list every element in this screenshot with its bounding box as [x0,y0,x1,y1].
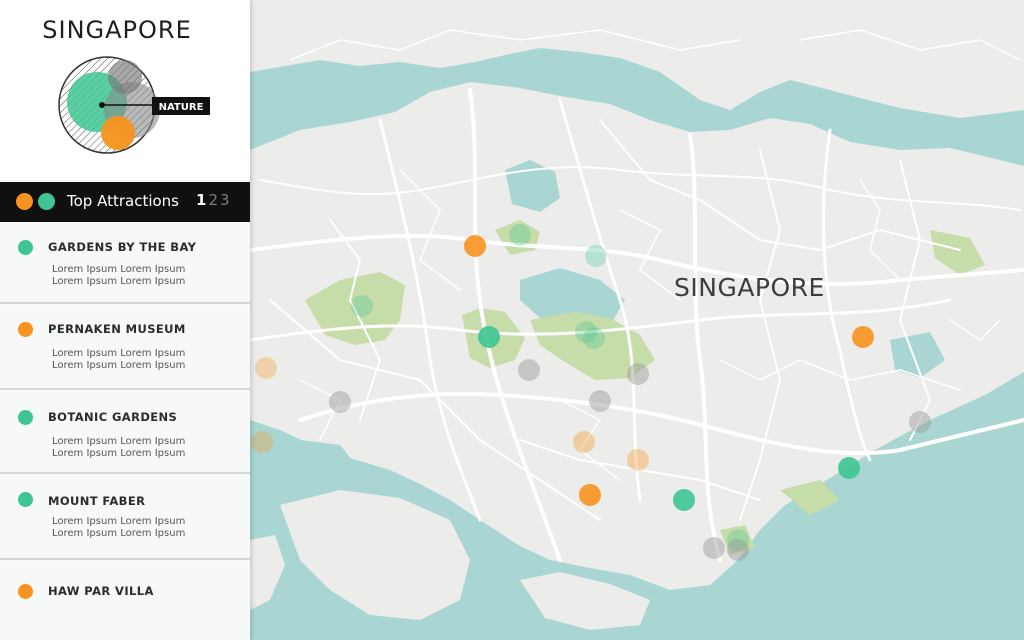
marker-orange[interactable] [627,449,649,471]
attraction-name: BOTANIC GARDENS [48,410,178,424]
marker-teal[interactable] [351,295,373,317]
marker-orange[interactable] [852,326,874,348]
header-title: Top Attractions [67,192,179,210]
brand-area: SINGAPORE NATURE [0,0,250,180]
attraction-description: Lorem Ipsum Lorem Ipsum Lorem Ipsum Lore… [52,264,186,287]
marker-orange[interactable] [573,431,595,453]
marker-gray[interactable] [627,363,649,385]
attraction-item-mount-faber[interactable]: MOUNT FABER Lorem Ipsum Lorem Ipsum Lore… [0,476,250,560]
marker-orange[interactable] [251,431,273,453]
attraction-description: Lorem Ipsum Lorem Ipsum Lorem Ipsum Lore… [52,348,186,371]
teal-dot-icon [18,492,33,507]
attraction-description: Lorem Ipsum Lorem Ipsum Lorem Ipsum Lore… [52,436,186,459]
marker-teal[interactable] [509,224,531,246]
map-city-label: SINGAPORE [674,273,825,302]
attraction-name: MOUNT FABER [48,494,146,508]
marker-gray[interactable] [727,539,749,561]
attraction-name: HAW PAR VILLA [48,584,154,598]
orange-dot-icon [18,322,33,337]
marker-teal[interactable] [838,457,860,479]
teal-dot-icon [18,410,33,425]
nature-emblem: NATURE [58,56,210,154]
attraction-item-gardens-by-the-bay[interactable]: GARDENS BY THE BAY Lorem Ipsum Lorem Ips… [0,224,250,304]
attraction-item-botanic-gardens[interactable]: BOTANIC GARDENS Lorem Ipsum Lorem Ipsum … [0,392,250,474]
marker-gray[interactable] [589,390,611,412]
page-2-button[interactable]: 2 [208,191,218,209]
marker-teal[interactable] [673,489,695,511]
attraction-item-haw-par-villa[interactable]: HAW PAR VILLA [0,562,250,640]
top-attractions-header: Top Attractions 123 [0,182,250,222]
orange-dot-icon [18,584,33,599]
teal-dot-icon [18,240,33,255]
marker-gray[interactable] [329,391,351,413]
teal-category-dot-icon [38,193,55,210]
marker-orange[interactable] [255,357,277,379]
attraction-name: GARDENS BY THE BAY [48,240,197,254]
marker-orange[interactable] [579,484,601,506]
brand-title: SINGAPORE [42,16,192,44]
page-3-button[interactable]: 3 [220,191,230,209]
attraction-name: PERNAKEN MUSEUM [48,322,186,336]
attraction-item-pernaken-museum[interactable]: PERNAKEN MUSEUM Lorem Ipsum Lorem Ipsum … [0,306,250,390]
marker-gray[interactable] [909,411,931,433]
marker-teal[interactable] [585,245,607,267]
orange-category-dot-icon [16,193,33,210]
page-1-button[interactable]: 1 [196,191,206,209]
marker-teal[interactable] [583,327,605,349]
pagination: 123 [196,191,232,209]
sidebar-panel: SINGAPORE NATURE Top Attractions 123 GAR… [0,0,250,640]
marker-gray[interactable] [703,537,725,559]
marker-teal[interactable] [478,326,500,348]
marker-gray[interactable] [518,359,540,381]
marker-orange[interactable] [464,235,486,257]
emblem-label: NATURE [159,102,204,113]
attraction-description: Lorem Ipsum Lorem Ipsum Lorem Ipsum Lore… [52,516,186,539]
